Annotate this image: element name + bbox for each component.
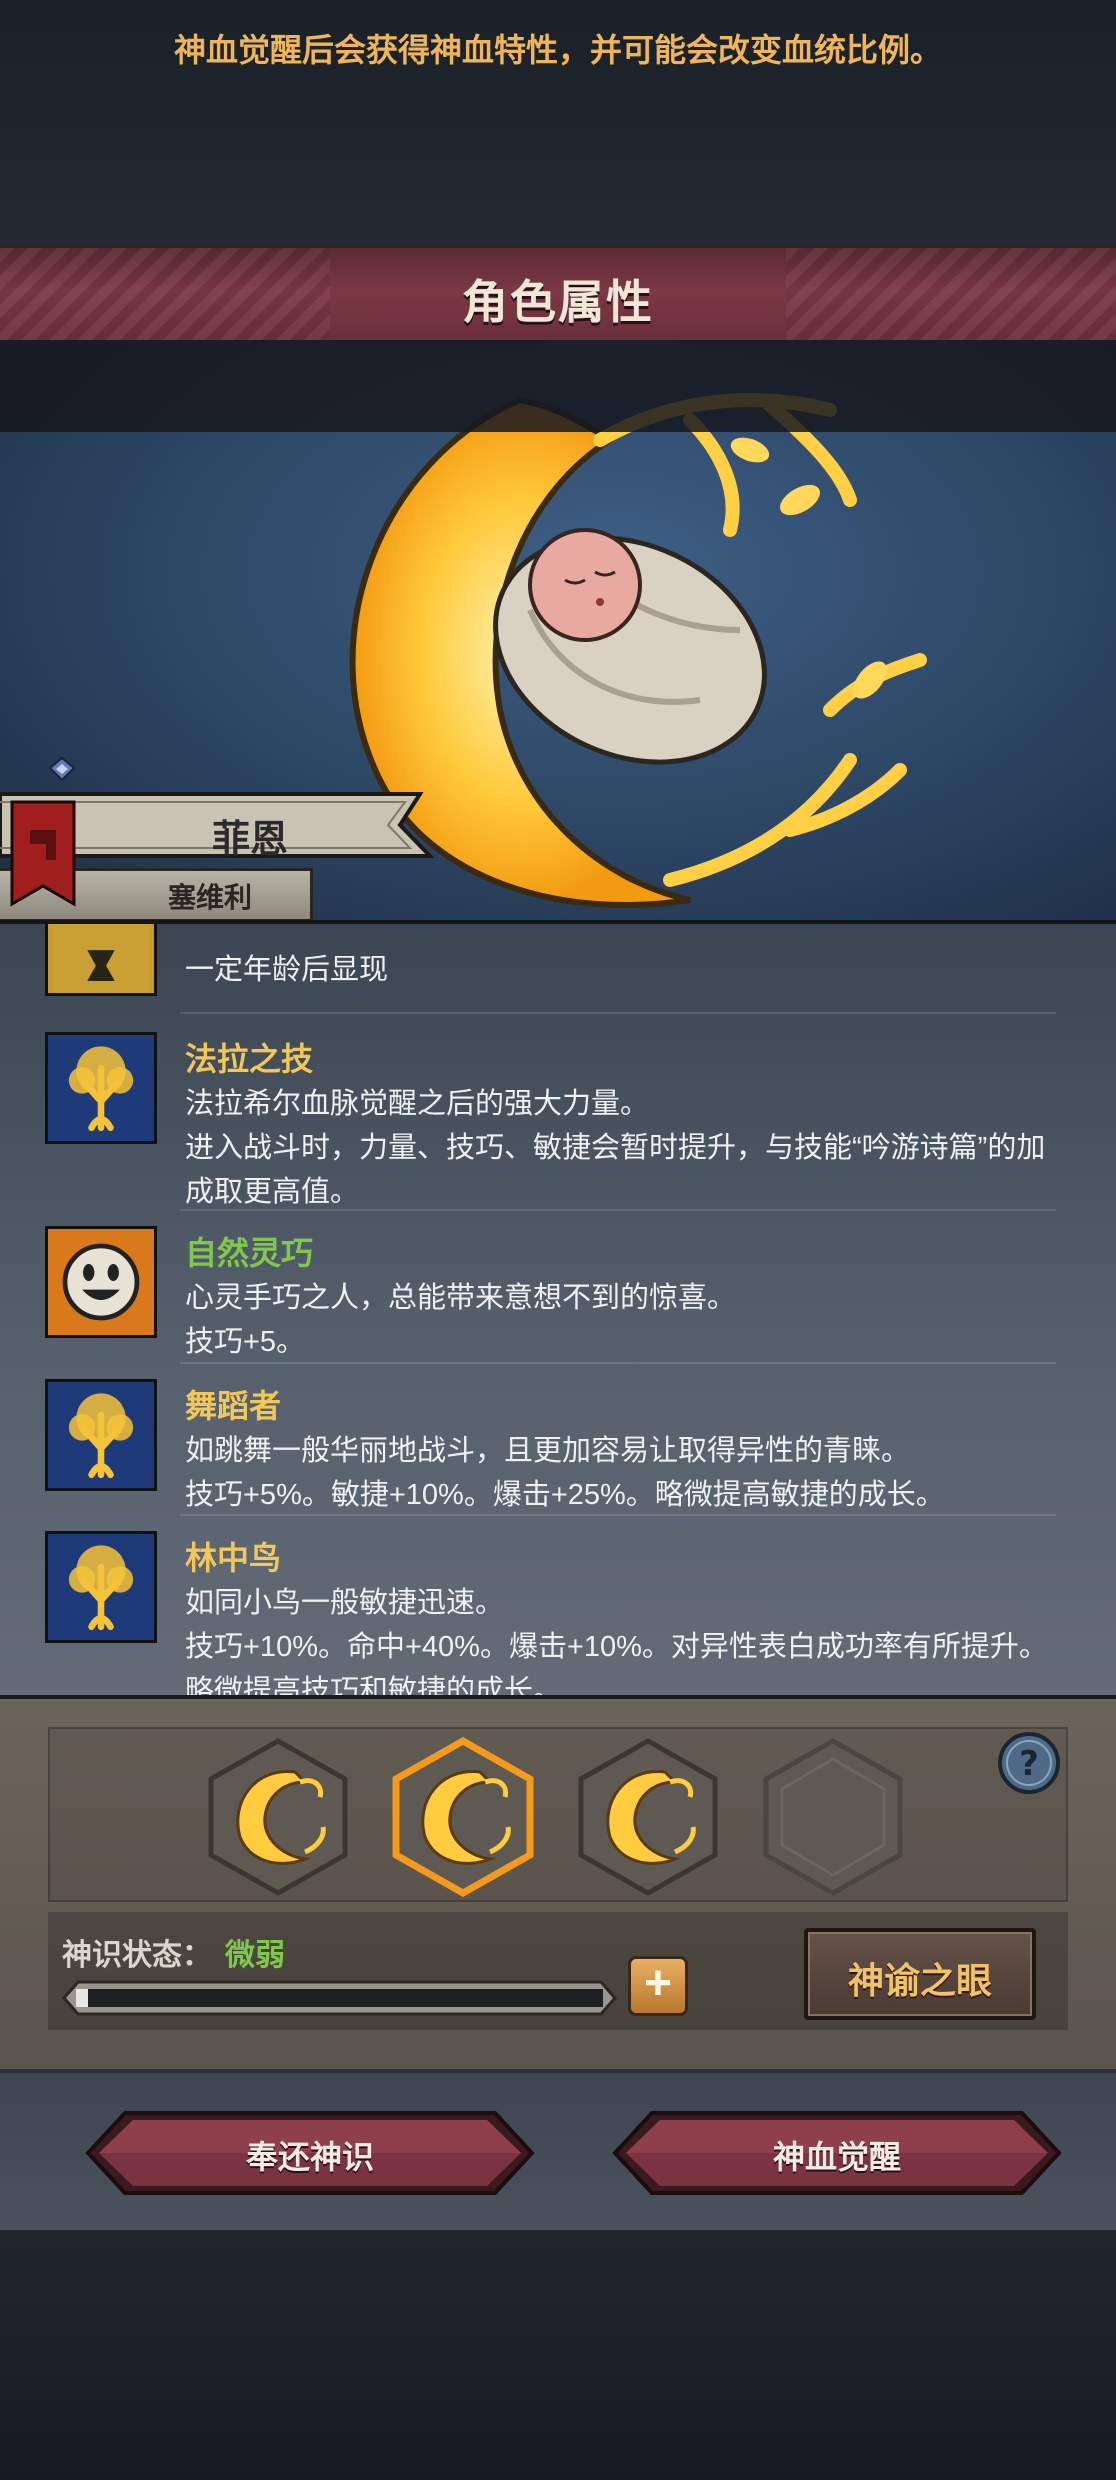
hourglass-icon (45, 924, 157, 996)
awakening-slot-frame (48, 1727, 1068, 1902)
divine-sense-value: 微弱 (225, 1939, 285, 1972)
trait-description-line: 法拉希尔血脉觉醒之后的强大力量。 (185, 1088, 650, 1120)
character-name: 菲恩 (211, 819, 288, 861)
golden-tree-icon (45, 1531, 157, 1643)
divine-sense-label: 神识状态： (62, 1939, 212, 1972)
golden-tree-icon (45, 1379, 157, 1491)
awakening-notice: 神血觉醒后会获得神血特性，并可能会改变血统比例。 (173, 32, 942, 68)
trait-list[interactable]: 一定年龄后显现 法拉之技 法拉希尔血脉觉醒之后的强大力量。 进入战斗时，力量、技… (0, 920, 1116, 1699)
page-title: 角色属性 (462, 276, 654, 328)
oracle-eye-label: 神谕之眼 (847, 1960, 992, 2001)
add-divine-sense-button[interactable]: + (628, 1956, 688, 2016)
trait-description-line: 技巧+10%。命中+40%。爆击+10%。对异性表白成功率有所提升。 (185, 1631, 1048, 1663)
trait-description-line: 心灵手巧之人，总能带来意想不到的惊喜。 (185, 1282, 737, 1314)
trait-name: 法拉之技 (185, 1041, 314, 1077)
rank-icon (48, 756, 76, 782)
blood-awaken-label: 神血觉醒 (772, 2139, 901, 2175)
notice-bar (0, 340, 1116, 432)
trait-description-line: 成取更高值。 (185, 1176, 360, 1208)
bottom-background (0, 2230, 1116, 2480)
help-icon[interactable]: ? (996, 1730, 1062, 1796)
awakening-slot-2-selected[interactable] (390, 1737, 536, 1897)
smiley-face-icon (45, 1226, 157, 1338)
trait-description-line: 技巧+5。 (185, 1326, 306, 1358)
trait-description-line: 如跳舞一般华丽地战斗，且更加容易让取得异性的青睐。 (185, 1435, 911, 1467)
trait-name: 自然灵巧 (185, 1235, 314, 1271)
divine-sense-progress-bar (62, 1980, 617, 2016)
trait-description-line: 一定年龄后显现 (185, 954, 389, 986)
trait-divider (180, 1362, 1056, 1364)
trait-divider (180, 1209, 1056, 1211)
awakening-slot-3[interactable] (575, 1737, 721, 1897)
trait-divider (180, 1514, 1056, 1516)
awakening-slot-1[interactable] (205, 1737, 351, 1897)
awakening-slot-4-empty[interactable] (760, 1737, 906, 1897)
title-banner: 角色属性 (0, 245, 1116, 343)
character-origin: 塞维利 (167, 882, 252, 913)
golden-tree-icon (45, 1032, 157, 1144)
svg-text:?: ? (1019, 1744, 1039, 1784)
trait-description-line: 进入战斗时，力量、技巧、敏捷会暂时提升，与技能“吟游诗篇”的加 (185, 1132, 1046, 1164)
trait-name: 林中鸟 (185, 1540, 282, 1576)
faction-banner-icon (10, 800, 76, 907)
trait-description-line: 如同小鸟一般敏捷迅速。 (185, 1587, 505, 1619)
trait-description-line: 技巧+5%。敏捷+10%。爆击+25%。略微提高敏捷的成长。 (185, 1479, 945, 1511)
trait-name: 舞蹈者 (185, 1388, 282, 1424)
return-divine-sense-label: 奉还神识 (245, 2139, 374, 2175)
trait-divider (180, 1012, 1056, 1014)
